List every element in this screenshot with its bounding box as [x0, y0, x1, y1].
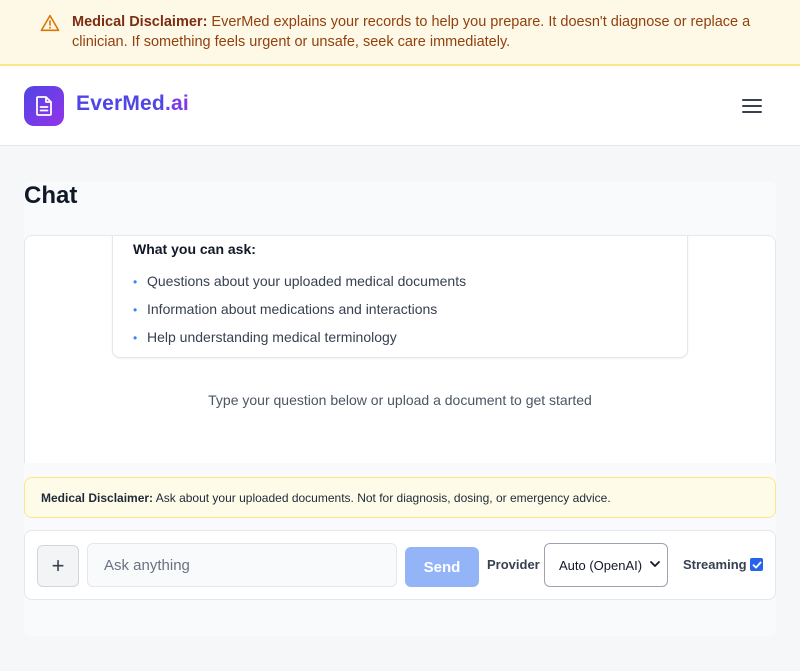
page-title: Chat: [24, 182, 78, 209]
provider-select[interactable]: Auto (OpenAI): [544, 543, 668, 587]
bullet-dot: •: [133, 303, 138, 317]
chat-messages-area[interactable]: What you can ask: • Questions about your …: [24, 235, 776, 463]
brand-name[interactable]: EverMed.ai: [76, 92, 189, 116]
chat-disclaimer-title: Medical Disclaimer:: [41, 491, 154, 505]
app-header: EverMed.ai: [0, 66, 800, 146]
info-card-title: What you can ask:: [133, 241, 256, 257]
brand-tld: .ai: [164, 92, 189, 115]
list-item-text: Questions about your uploaded medical do…: [147, 273, 467, 289]
bullet-dot: •: [133, 331, 138, 345]
brand-main: EverMed: [76, 92, 165, 115]
empty-state-hint: Type your question below or upload a doc…: [208, 392, 592, 408]
list-item: • Questions about your uploaded medical d…: [133, 273, 667, 301]
checkmark-icon: [752, 561, 761, 568]
info-list: • Questions about your uploaded medical d…: [133, 273, 667, 357]
main-content: Chat What you can ask: • Questions about …: [0, 146, 800, 671]
top-disclaimer-title: Medical Disclaimer:: [72, 14, 208, 30]
document-icon: [36, 96, 52, 116]
chevron-down-icon: [650, 561, 660, 567]
bullet-dot: •: [133, 275, 138, 289]
plus-icon: +: [51, 553, 65, 578]
warning-triangle-icon: [40, 14, 60, 32]
list-item: • Information about medications and inter…: [133, 301, 667, 329]
chat-disclaimer-text: Ask about your uploaded documents. Not f…: [153, 491, 611, 505]
info-card: What you can ask: • Questions about your …: [112, 236, 688, 358]
attach-button[interactable]: +: [37, 545, 79, 587]
send-button[interactable]: Send: [405, 547, 479, 587]
top-disclaimer-banner: Medical Disclaimer: EverMed explains you…: [0, 0, 800, 66]
streaming-checkbox[interactable]: [750, 558, 763, 571]
list-item: • Help understanding medical terminology: [133, 329, 667, 357]
chat-input-bar: + Send Provider Auto (OpenAI) Streaming: [24, 530, 776, 600]
list-item-text: Information about medications and intera…: [147, 301, 438, 317]
provider-label: Provider: [487, 557, 540, 572]
provider-selected-value: Auto (OpenAI): [559, 557, 643, 573]
message-input[interactable]: [87, 543, 397, 587]
chat-disclaimer: Medical Disclaimer: Ask about your uploa…: [24, 477, 776, 518]
streaming-label: Streaming: [683, 557, 747, 572]
hamburger-menu-icon[interactable]: [740, 96, 764, 116]
list-item-text: Help understanding medical terminology: [147, 329, 397, 345]
logo[interactable]: [24, 86, 64, 126]
